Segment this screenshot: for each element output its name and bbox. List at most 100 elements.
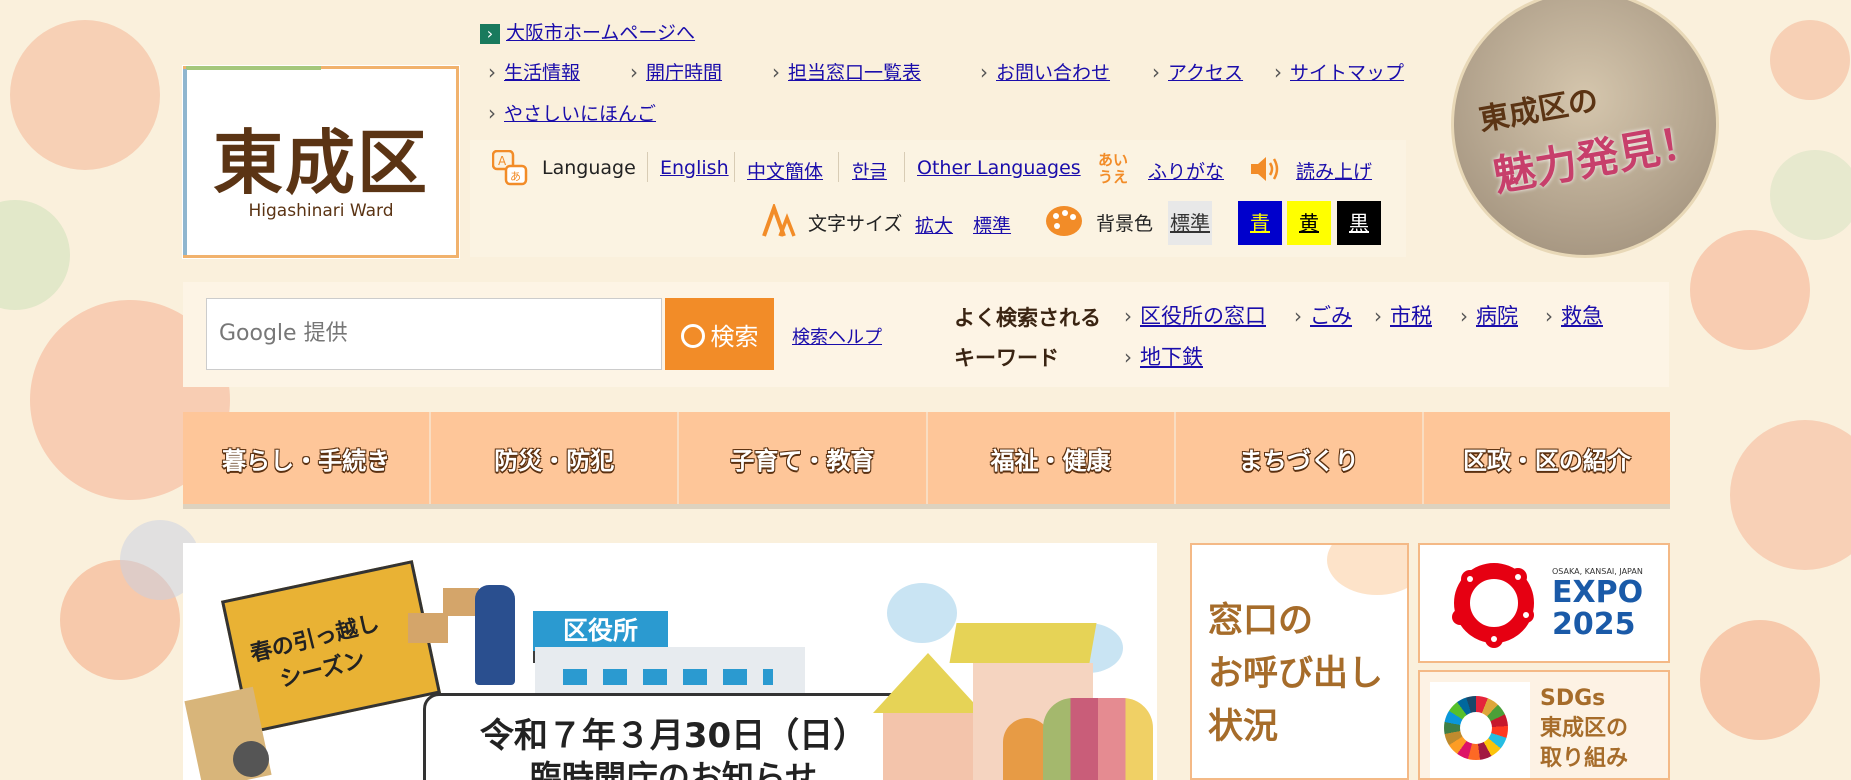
window-call-status-banner[interactable]: 窓口の お呼び出し 状況 — [1190, 543, 1409, 780]
osaka-home-link[interactable]: 大阪市ホームページへ — [506, 22, 695, 44]
keyword-emergency[interactable]: 救急 — [1561, 304, 1603, 328]
text-size-standard-link[interactable]: 標準 — [973, 211, 1011, 238]
bg-color-label: 背景色 — [1096, 213, 1154, 235]
osaka-home-link-wrap: › 大阪市ホームページへ — [480, 18, 695, 45]
speaker-icon — [1248, 152, 1282, 190]
logo-accent-top — [186, 66, 321, 70]
nav-welfare-health[interactable]: 福祉・健康 — [927, 412, 1176, 504]
keyword-subway[interactable]: 地下鉄 — [1140, 345, 1203, 369]
sdgs-banner[interactable]: SDGs 東成区の 取り組み — [1418, 670, 1670, 780]
notice-date: 令和７年３月30日（日） — [479, 716, 868, 756]
building-windows — [563, 669, 773, 685]
search-icon — [680, 324, 705, 349]
top-link-office-hours[interactable]: 開庁時間 — [646, 62, 722, 84]
popular-keywords-label-2: キーワード — [954, 346, 1059, 370]
window-call-status-line2: お呼び出し — [1208, 654, 1384, 694]
language-icon: Aあ — [491, 149, 528, 188]
house-illustration — [883, 713, 973, 780]
keyword-wrap: 区役所の窓口 — [1124, 300, 1266, 330]
main-banner[interactable]: 春の引っ越し シーズン 区役所 令和７年３月30日（日） 臨時開庁のお知らせ — [183, 543, 1157, 780]
logo-ward-name-jp: 東成区 — [213, 121, 429, 204]
top-link-wrap-access: アクセス — [1152, 58, 1243, 85]
keyword-ward-office-counter[interactable]: 区役所の窓口 — [1140, 304, 1266, 328]
lang-korean-link[interactable]: 한글 — [852, 157, 887, 184]
top-link-wrap-counters: 担当窓口一覧表 — [772, 58, 921, 85]
svg-text:A: A — [498, 154, 507, 168]
logo-ward-name-en: Higashinari Ward — [248, 201, 394, 221]
keyword-hospital[interactable]: 病院 — [1476, 304, 1518, 328]
bg-blue-button[interactable]: 青 — [1238, 201, 1282, 245]
keyword-city-tax[interactable]: 市税 — [1390, 304, 1432, 328]
separator — [904, 152, 905, 182]
nav-town-development[interactable]: まちづくり — [1175, 412, 1424, 504]
text-size-label: 文字サイズ — [808, 213, 903, 235]
popular-keywords-label-1: よく検索される — [954, 306, 1101, 330]
residents-illustration — [1043, 698, 1153, 780]
top-link-wrap-contact: お問い合わせ — [980, 58, 1110, 85]
text-size-icon — [762, 202, 796, 242]
furigana-icon: あい うえ — [1098, 151, 1129, 186]
notice-box: 令和７年３月30日（日） 臨時開庁のお知らせ — [423, 693, 924, 780]
mover-person — [475, 585, 515, 685]
bg-yellow-button[interactable]: 黄 — [1287, 201, 1331, 245]
search-button[interactable]: 検索 — [665, 298, 774, 370]
keyword-wrap: 救急 — [1545, 300, 1603, 330]
nav-living-procedures[interactable]: 暮らし・手続き — [183, 412, 432, 504]
bg-standard-button[interactable]: 標準 — [1168, 201, 1212, 245]
keyword-wrap: 市税 — [1374, 300, 1432, 330]
keyword-garbage[interactable]: ごみ — [1310, 304, 1352, 328]
expo-title: EXPO — [1552, 575, 1644, 610]
top-link-wrap-hours: 開庁時間 — [630, 58, 722, 85]
nav-disaster-crime-prevention[interactable]: 防災・防犯 — [431, 412, 680, 504]
charm-discovery-banner[interactable]: 東成区の 魅力発見！ — [1451, 0, 1719, 258]
lang-english-link[interactable]: English — [660, 157, 729, 179]
window-call-status-line3: 状況 — [1208, 707, 1279, 747]
top-link-wrap-easy: やさしいにほんご — [488, 99, 656, 126]
keyword-wrap: 病院 — [1460, 300, 1518, 330]
top-link-access[interactable]: アクセス — [1168, 62, 1243, 84]
ward-office-sign: 区役所 — [533, 611, 668, 651]
global-nav: 暮らし・手続き 防災・防犯 子育て・教育 福祉・健康 まちづくり 区政・区の紹介 — [183, 412, 1671, 504]
lang-other-link[interactable]: Other Languages — [917, 157, 1081, 179]
separator — [734, 152, 735, 182]
furigana-link[interactable]: ふりがな — [1148, 157, 1224, 184]
window-call-status-line1: 窓口の — [1208, 601, 1314, 641]
cloud-illustration — [887, 583, 957, 643]
house-roof — [949, 623, 1097, 663]
sdgs-text: SDGs 東成区の 取り組み — [1540, 684, 1628, 774]
keyword-wrap: ごみ — [1294, 300, 1352, 330]
palette-icon — [1045, 205, 1083, 241]
bg-black-button[interactable]: 黒 — [1337, 201, 1381, 245]
sdgs-line2: 東成区の — [1540, 716, 1629, 741]
top-link-wrap-life: 生活情報 — [488, 58, 580, 85]
window-call-status-title: 窓口の お呼び出し 状況 — [1208, 595, 1383, 754]
easy-japanese-link[interactable]: やさしいにほんご — [504, 103, 656, 125]
sdgs-line1: SDGs — [1540, 686, 1606, 711]
search-input[interactable]: Google 提供 — [206, 298, 662, 370]
ward-logo[interactable]: 東成区 Higashinari Ward — [183, 66, 459, 258]
top-link-counters[interactable]: 担当窓口一覧表 — [788, 62, 921, 84]
expo-logo-icon — [1448, 557, 1540, 653]
notice-title: 臨時開庁のお知らせ — [529, 758, 818, 780]
box-illustration — [408, 613, 448, 643]
sdgs-line3: 取り組み — [1540, 746, 1629, 771]
read-aloud-link[interactable]: 読み上げ — [1296, 157, 1372, 184]
svg-text:あ: あ — [510, 170, 521, 183]
top-link-sitemap[interactable]: サイトマップ — [1290, 62, 1404, 84]
separator — [647, 152, 648, 182]
expo-2025-banner[interactable]: OSAKA, KANSAI, JAPAN EXPO 2025 — [1418, 543, 1670, 663]
language-label: Language — [542, 157, 636, 179]
nav-ward-administration[interactable]: 区政・区の紹介 — [1423, 412, 1671, 504]
top-link-life-info[interactable]: 生活情報 — [504, 62, 580, 84]
search-button-label: 検索 — [710, 323, 759, 351]
separator — [838, 152, 839, 182]
search-help-link[interactable]: 検索ヘルプ — [792, 323, 882, 349]
lang-chinese-link[interactable]: 中文簡体 — [747, 157, 823, 184]
truck-wheel — [233, 741, 269, 777]
keyword-wrap: 地下鉄 — [1124, 341, 1203, 371]
expo-year: 2025 — [1552, 607, 1636, 642]
top-link-contact[interactable]: お問い合わせ — [996, 62, 1110, 84]
nav-childcare-education[interactable]: 子育て・教育 — [679, 412, 928, 504]
sdgs-wheel-icon — [1430, 682, 1530, 778]
text-size-enlarge-link[interactable]: 拡大 — [915, 211, 953, 238]
